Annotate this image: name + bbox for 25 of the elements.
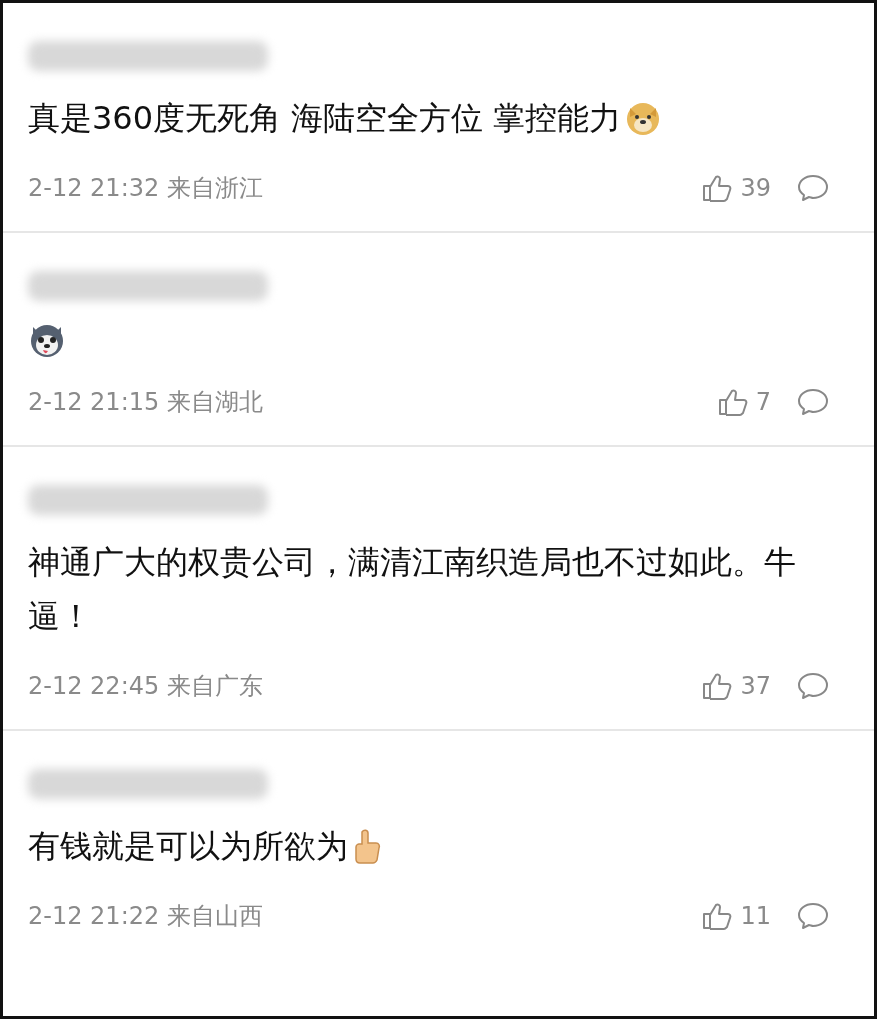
comment-location: 来自浙江	[167, 173, 264, 204]
comment-icon[interactable]	[797, 671, 829, 701]
comment-icon[interactable]	[797, 901, 829, 931]
thumbs-up-icon[interactable]	[702, 902, 733, 930]
thumbs-up-icon[interactable]	[702, 174, 733, 202]
comment-text: 真是360度无死角 海陆空全方位 掌控能力	[28, 98, 623, 139]
comment-icon[interactable]	[797, 173, 829, 203]
comment-location: 来自广东	[167, 671, 264, 702]
like-count: 11	[740, 902, 771, 930]
comment-time: 2-12 21:22	[28, 902, 160, 930]
like-count: 39	[740, 174, 771, 202]
comment-time: 2-12 21:15	[28, 388, 160, 416]
thumbs-up-icon[interactable]	[702, 672, 733, 700]
comment-text: 神通广大的权贵公司，满清江南织造局也不过如此。牛逼！	[28, 542, 797, 637]
like-count: 7	[755, 388, 771, 416]
comment-text: 有钱就是可以为所欲为	[28, 826, 349, 867]
thumbs-up-icon[interactable]	[717, 388, 748, 416]
comment-time: 2-12 22:45	[28, 672, 160, 700]
dog-emoji-icon	[625, 100, 662, 136]
comment-location: 来自湖北	[167, 387, 264, 418]
comment-location: 来自山西	[167, 901, 264, 932]
comment-time: 2-12 21:32	[28, 174, 160, 202]
thumbs-up-emoji-icon	[352, 828, 382, 864]
like-count: 37	[740, 672, 771, 700]
comment-icon[interactable]	[797, 387, 829, 417]
